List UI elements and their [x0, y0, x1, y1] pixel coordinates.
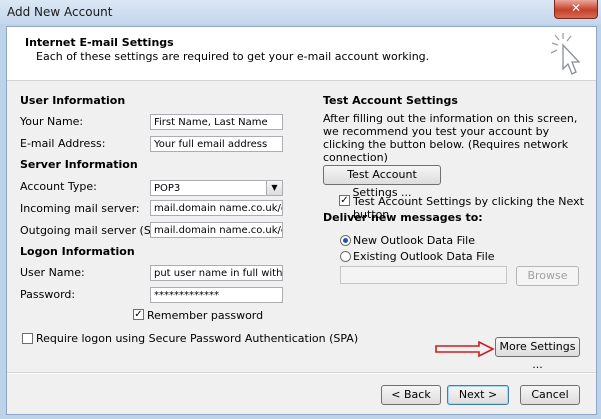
test-account-description: After filling out the information on thi…	[323, 112, 578, 164]
new-data-file-radio[interactable]	[340, 235, 351, 246]
browse-button[interactable]: Browse	[516, 266, 579, 286]
header-subtitle: Each of these settings are required to g…	[36, 50, 430, 63]
user-name-input[interactable]: put user name in full with +	[150, 265, 283, 281]
header-panel: Internet E-mail Settings Each of these s…	[7, 27, 596, 81]
window-titlebar: Add New Account ✕	[0, 0, 601, 24]
user-information-heading: User Information	[20, 94, 126, 107]
account-type-label: Account Type:	[20, 180, 97, 193]
test-account-settings-button[interactable]: Test Account Settings ...	[323, 165, 441, 199]
outgoing-server-input[interactable]: mail.domain name.co.uk/com	[150, 222, 283, 238]
test-account-heading: Test Account Settings	[323, 94, 458, 107]
chevron-down-icon[interactable]: ▼	[266, 181, 282, 195]
incoming-server-label: Incoming mail server:	[20, 202, 140, 215]
email-address-input[interactable]: Your full email address	[150, 136, 283, 152]
red-arrow-icon	[435, 341, 495, 357]
your-name-label: Your Name:	[20, 115, 84, 128]
header-title: Internet E-mail Settings	[25, 36, 174, 49]
password-input[interactable]: *************	[150, 287, 283, 303]
existing-data-file-input[interactable]	[340, 266, 507, 284]
next-button[interactable]: Next >	[447, 385, 509, 405]
spa-checkbox[interactable]	[22, 333, 33, 344]
user-name-label: User Name:	[20, 266, 85, 279]
test-by-next-checkbox[interactable]: ✓	[339, 195, 350, 206]
cursor-sparkle-icon	[550, 33, 581, 75]
account-type-value: POP3	[154, 183, 181, 194]
new-data-file-label: New Outlook Data File	[353, 234, 475, 247]
logon-information-heading: Logon Information	[20, 245, 135, 258]
email-address-label: E-mail Address:	[20, 137, 106, 150]
spa-label: Require logon using Secure Password Auth…	[36, 332, 359, 345]
server-information-heading: Server Information	[20, 158, 138, 171]
remember-password-label: Remember password	[147, 309, 264, 322]
account-type-select[interactable]: POP3 ▼	[150, 180, 283, 196]
existing-data-file-label: Existing Outlook Data File	[353, 250, 495, 263]
window-title: Add New Account	[7, 5, 113, 19]
cancel-button[interactable]: Cancel	[520, 385, 580, 405]
existing-data-file-radio[interactable]	[340, 251, 351, 262]
back-button[interactable]: < Back	[381, 385, 441, 405]
deliver-messages-heading: Deliver new messages to:	[323, 211, 483, 224]
your-name-input[interactable]: First Name, Last Name	[150, 114, 283, 130]
remember-password-checkbox[interactable]: ✓	[133, 309, 144, 320]
incoming-server-input[interactable]: mail.domain name.co.uk/com	[150, 200, 283, 216]
close-button[interactable]: ✕	[554, 0, 598, 19]
dialog-client: Internet E-mail Settings Each of these s…	[6, 26, 597, 415]
more-settings-button[interactable]: More Settings ...	[495, 337, 580, 371]
close-icon: ✕	[570, 1, 582, 15]
password-label: Password:	[20, 288, 76, 301]
footer-divider	[7, 372, 596, 374]
